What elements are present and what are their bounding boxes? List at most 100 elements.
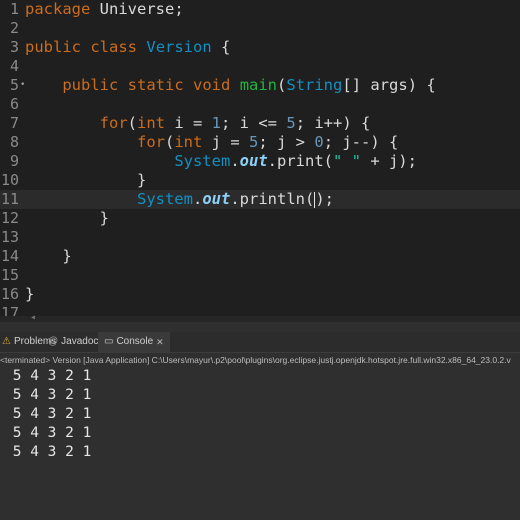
code-text: } bbox=[25, 209, 109, 228]
code-token: } bbox=[25, 285, 35, 303]
code-token: class bbox=[90, 38, 138, 56]
code-token: void bbox=[193, 76, 231, 94]
line-number: 5 bbox=[9, 76, 19, 94]
code-token: ; j > bbox=[258, 133, 315, 151]
tab-label: Javadoc bbox=[61, 336, 99, 347]
views-tab-bar: ⚠ Problems @ Javadoc ▭ Console ✕ bbox=[0, 332, 520, 352]
console-output-line: 5 4 3 2 1 bbox=[4, 406, 92, 422]
tab-console[interactable]: ▭ Console ✕ bbox=[98, 332, 170, 352]
code-line[interactable]: 2 bbox=[0, 19, 520, 38]
code-text: for(int i = 1; i <= 5; i++) { bbox=[25, 114, 371, 133]
code-token: } bbox=[25, 247, 72, 265]
code-line[interactable]: 14 } bbox=[0, 247, 520, 266]
code-line[interactable]: 8 for(int j = 5; j > 0; j--) { bbox=[0, 133, 520, 152]
line-number: 2 bbox=[9, 19, 19, 37]
code-token: ( bbox=[164, 133, 175, 151]
code-line[interactable]: 7 for(int i = 1; i <= 5; i++) { bbox=[0, 114, 520, 133]
javadoc-icon: @ bbox=[48, 336, 59, 347]
code-line[interactable]: 1 package Universe; bbox=[0, 0, 520, 19]
problems-icon: ⚠ bbox=[2, 336, 11, 347]
code-token: package bbox=[25, 0, 91, 18]
console-output-line: 5 4 3 2 1 bbox=[4, 444, 92, 460]
code-token: { bbox=[211, 38, 231, 56]
code-token: } bbox=[25, 171, 147, 189]
code-token: int bbox=[174, 133, 203, 151]
line-number: 4 bbox=[9, 57, 19, 75]
line-number: 12 bbox=[0, 209, 19, 227]
line-number: 9 bbox=[9, 152, 19, 170]
code-token: Universe; bbox=[90, 0, 184, 18]
code-token: System bbox=[174, 152, 231, 170]
line-number: 6 bbox=[9, 95, 19, 113]
code-line[interactable]: 15 bbox=[0, 266, 520, 285]
code-line[interactable]: 6 bbox=[0, 95, 520, 114]
code-token: System bbox=[136, 190, 193, 208]
code-line[interactable]: 4 bbox=[0, 57, 520, 76]
code-token: for bbox=[136, 133, 165, 151]
scroll-left-arrow-icon[interactable]: ◂ bbox=[30, 312, 36, 323]
code-line[interactable]: 10 } bbox=[0, 171, 520, 190]
code-token: String bbox=[286, 76, 343, 94]
line-number: 15 bbox=[0, 266, 19, 284]
code-token: ; i <= bbox=[221, 114, 287, 132]
code-token: int bbox=[137, 114, 165, 132]
code-line[interactable]: 9 System.out.print(" " + j); bbox=[0, 152, 520, 171]
code-token: . bbox=[192, 190, 203, 208]
code-text: package Universe; bbox=[25, 0, 184, 19]
tab-label: Console bbox=[116, 336, 154, 347]
code-token: .println( bbox=[230, 190, 315, 208]
code-token: 0 bbox=[314, 133, 324, 151]
code-line[interactable]: 13 bbox=[0, 228, 520, 247]
console-output[interactable]: 5 4 3 2 1 5 4 3 2 1 5 4 3 2 1 5 4 3 2 1 … bbox=[0, 366, 520, 520]
console-icon: ▭ bbox=[104, 336, 114, 347]
code-token: public bbox=[25, 38, 81, 56]
code-token: + j); bbox=[360, 152, 417, 170]
code-token: 5 bbox=[249, 133, 259, 151]
code-text: public class Version { bbox=[25, 38, 230, 57]
code-token: . bbox=[230, 152, 240, 170]
close-icon[interactable]: ✕ bbox=[156, 332, 164, 352]
code-token: ( bbox=[127, 114, 137, 132]
code-token: j = bbox=[202, 133, 249, 151]
line-number: 10 bbox=[0, 171, 19, 189]
code-text: } bbox=[25, 285, 34, 304]
code-token: i = bbox=[165, 114, 212, 132]
code-token: ; i++) { bbox=[295, 114, 371, 132]
code-token: ) { bbox=[407, 76, 436, 94]
line-number: 3 bbox=[9, 38, 19, 56]
code-line[interactable]: 11 System.out.println(); bbox=[0, 190, 520, 209]
code-text: } bbox=[25, 247, 72, 266]
tab-javadoc[interactable]: @ Javadoc bbox=[48, 332, 98, 352]
code-text: } bbox=[25, 171, 146, 190]
code-token: [] bbox=[342, 76, 371, 94]
code-line[interactable]: 5 • public static void main(String[] args… bbox=[0, 76, 520, 95]
code-line[interactable]: 12 } bbox=[0, 209, 520, 228]
code-text: System.out.println(); bbox=[25, 190, 334, 209]
code-token: for bbox=[99, 114, 128, 132]
code-token: Version bbox=[146, 38, 212, 56]
horizontal-scrollbar[interactable]: ◂ bbox=[0, 312, 520, 323]
code-text: for(int j = 5; j > 0; j--) { bbox=[25, 133, 398, 152]
line-number: 7 bbox=[9, 114, 19, 132]
code-line[interactable]: 16} bbox=[0, 285, 520, 304]
code-token: out bbox=[202, 190, 231, 208]
code-token: ( bbox=[277, 76, 287, 94]
code-token: static bbox=[127, 76, 184, 94]
code-token: .print( bbox=[267, 152, 333, 170]
line-number: 11 bbox=[0, 190, 19, 208]
code-token: 5 bbox=[286, 114, 296, 132]
code-token: main bbox=[239, 76, 278, 94]
code-text: public static void main(String[] args) { bbox=[25, 76, 436, 95]
code-editor[interactable]: 1 package Universe; 2 3 public class Version… bbox=[0, 0, 520, 322]
console-output-line: 5 4 3 2 1 bbox=[4, 387, 92, 403]
line-number: 1 bbox=[9, 0, 19, 18]
line-number: 16 bbox=[0, 285, 19, 303]
line-number: 8 bbox=[9, 133, 19, 151]
code-line[interactable]: 3 public class Version { bbox=[0, 38, 520, 57]
line-number: 14 bbox=[0, 247, 19, 265]
